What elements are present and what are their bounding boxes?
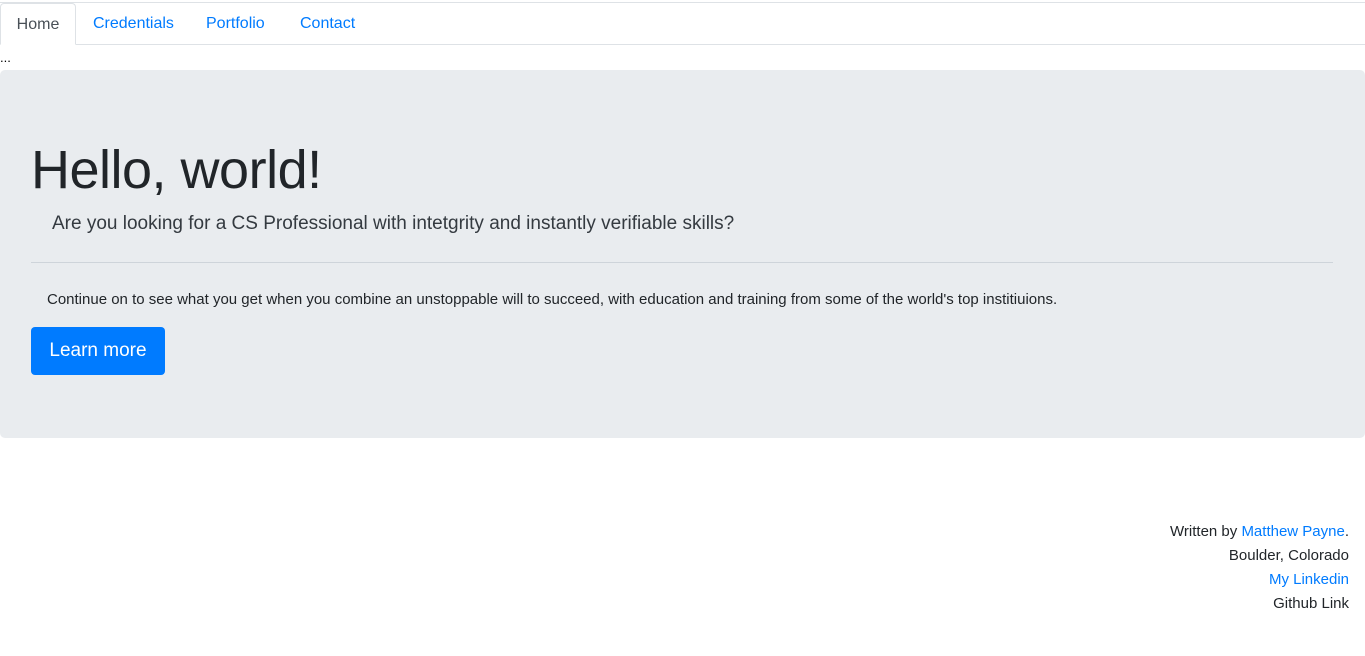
linkedin-link[interactable]: My Linkedin xyxy=(1269,571,1349,588)
learn-more-button[interactable]: Learn more xyxy=(31,327,165,375)
ellipsis-text: ... xyxy=(0,50,11,65)
jumbotron: Hello, world! Are you looking for a CS P… xyxy=(0,70,1365,438)
footer-author-line: Written by Matthew Payne. xyxy=(1170,520,1349,544)
tab-credentials[interactable]: Credentials xyxy=(93,3,174,44)
page-title: Hello, world! xyxy=(31,140,322,200)
written-by-label: Written by xyxy=(1170,523,1242,540)
written-by-suffix: . xyxy=(1344,523,1349,540)
footer-github: Github Link xyxy=(1273,595,1349,612)
divider xyxy=(31,262,1333,263)
author-link[interactable]: Matthew Payne xyxy=(1241,523,1344,540)
tab-portfolio[interactable]: Portfolio xyxy=(206,3,265,44)
tab-contact[interactable]: Contact xyxy=(300,3,355,44)
footer-location: Boulder, Colorado xyxy=(1228,547,1349,564)
footer: Written by Matthew Payne. Boulder, Color… xyxy=(1170,520,1349,616)
tab-home[interactable]: Home xyxy=(0,3,76,45)
body-text: Continue on to see what you get when you… xyxy=(47,291,1058,308)
footer-linkedin-line: My Linkedin xyxy=(1170,568,1349,592)
lead-text: Are you looking for a CS Professional wi… xyxy=(52,213,735,234)
nav-tabs: Home Credentials Portfolio Contact xyxy=(0,3,1365,45)
